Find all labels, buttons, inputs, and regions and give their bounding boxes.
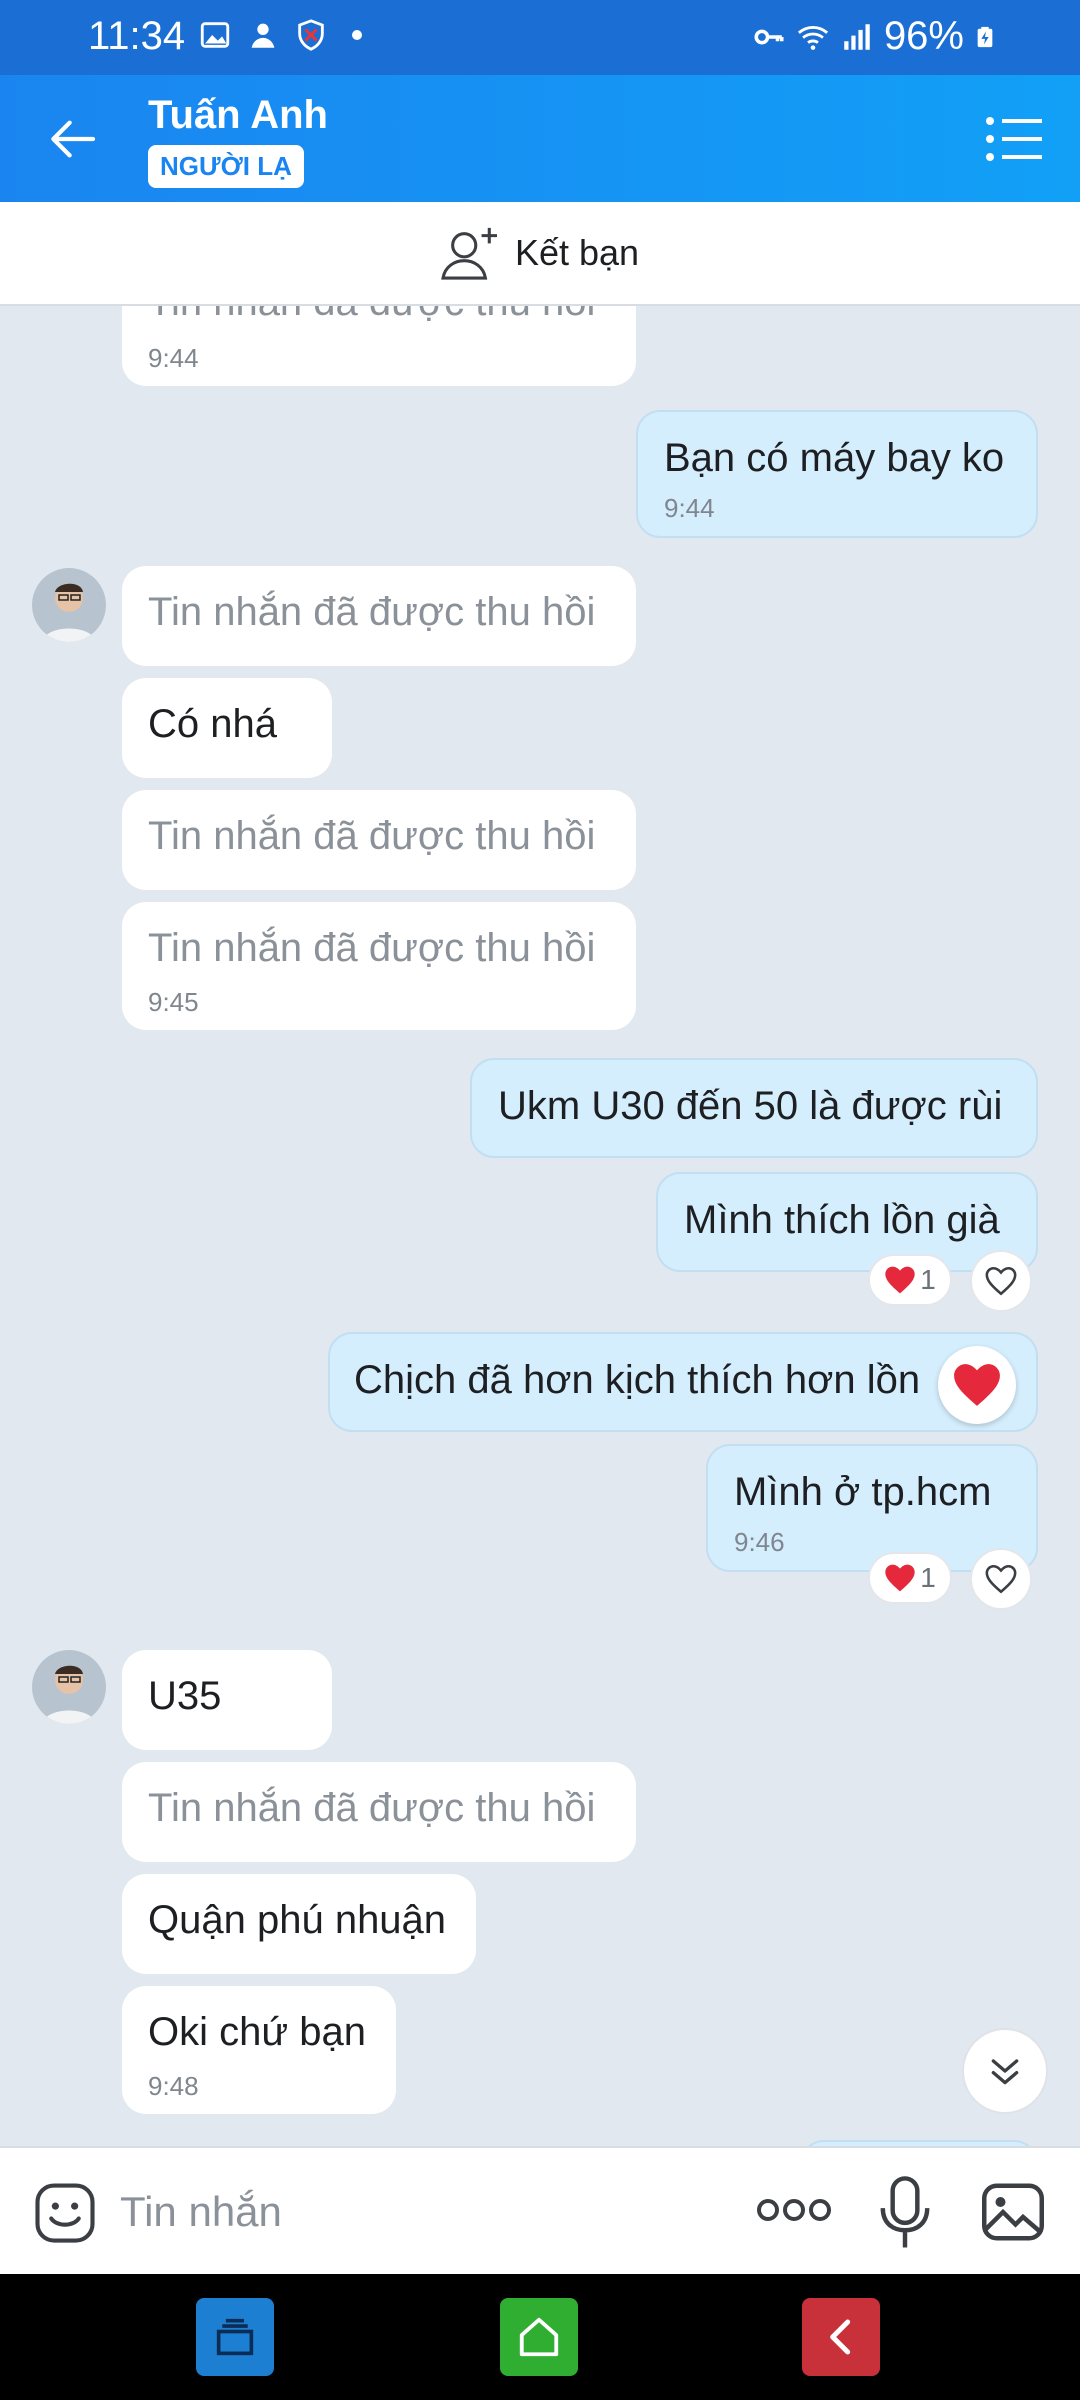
heart-outline-icon <box>985 1266 1017 1296</box>
message-bubble-outgoing[interactable]: Bạn có máy bay ko 9:44 <box>636 410 1038 538</box>
message-input[interactable] <box>120 2176 720 2248</box>
message-bubble-incoming[interactable]: Tin nhắn đã được thu hồi <box>122 566 636 666</box>
menu-list-icon[interactable] <box>984 115 1044 163</box>
battery-charging-icon <box>977 26 993 47</box>
add-friend-label: Kết bạn <box>514 232 640 273</box>
message-bubble-incoming[interactable]: Có nhá <box>122 678 332 778</box>
message-input-bar <box>0 2146 1080 2274</box>
notification-icons <box>198 18 362 52</box>
message-list[interactable]: Tin nhắn đã được thu hồi 9:44 Bạn có máy… <box>0 306 1080 2146</box>
messenger-icon <box>251 23 275 48</box>
battery-percent: 96% <box>883 14 964 58</box>
avatar[interactable] <box>32 1650 106 1724</box>
dot-icon <box>352 30 362 40</box>
heart-red-icon <box>885 1266 915 1294</box>
heart-red-icon <box>885 1564 915 1592</box>
reaction-count[interactable]: 1 <box>868 1552 952 1604</box>
scroll-to-bottom-button[interactable] <box>962 2028 1048 2114</box>
heart-outline-icon <box>985 1564 1017 1594</box>
add-friend-button[interactable]: Kết bạn <box>0 202 1080 306</box>
recent-apps-button[interactable] <box>196 2298 274 2376</box>
status-bar: 11:34 96% <box>0 0 1080 75</box>
home-button[interactable] <box>500 2298 578 2376</box>
avatar[interactable] <box>32 568 106 642</box>
wifi-icon <box>797 25 829 50</box>
react-heart-active-button[interactable] <box>938 1346 1016 1424</box>
react-heart-button[interactable] <box>970 1548 1032 1610</box>
status-right: 96% <box>752 14 996 59</box>
message-bubble-incoming[interactable]: Oki chứ bạn 9:48 <box>122 1986 396 2114</box>
message-bubble-incoming[interactable]: Tin nhắn đã được thu hồi 9:45 <box>122 902 636 1030</box>
more-options-icon[interactable] <box>756 2190 832 2230</box>
recent-apps-icon <box>216 2318 254 2356</box>
signal-icon <box>844 23 870 50</box>
home-icon <box>519 2317 559 2357</box>
add-user-icon <box>441 227 497 280</box>
key-icon <box>754 29 784 44</box>
back-arrow-icon[interactable] <box>44 111 100 167</box>
message-bubble-incoming[interactable]: Quận phú nhuận <box>122 1874 476 1974</box>
message-bubble-incoming[interactable]: U35 <box>122 1650 332 1750</box>
system-navigation-bar <box>0 2274 1080 2400</box>
sticker-emoji-icon[interactable] <box>32 2180 98 2246</box>
double-chevron-down-icon <box>991 2059 1019 2085</box>
react-heart-button[interactable] <box>970 1250 1032 1312</box>
message-bubble-incoming[interactable]: Tin nhắn đã được thu hồi <box>122 1762 636 1862</box>
contact-name[interactable]: Tuấn Anh <box>148 93 328 138</box>
back-button[interactable] <box>802 2298 880 2376</box>
shield-icon <box>298 19 324 51</box>
image-gallery-icon[interactable] <box>980 2182 1046 2242</box>
microphone-icon[interactable] <box>880 2176 930 2250</box>
message-bubble-outgoing[interactable]: Chịch đã hơn kịch thích hơn lồn <box>328 1332 1038 1432</box>
status-time: 11:34 <box>88 14 186 58</box>
gallery-icon <box>200 22 230 48</box>
message-bubble-incoming[interactable]: Tin nhắn đã được thu hồi 9:44 <box>122 306 636 386</box>
back-chevron-icon <box>830 2319 851 2355</box>
stranger-badge: NGƯỜI LẠ <box>148 145 304 188</box>
message-bubble-outgoing[interactable]: Ukm U30 đến 50 là được rùi <box>470 1058 1038 1158</box>
chat-header: Tuấn Anh NGƯỜI LẠ <box>0 75 1080 202</box>
message-bubble-incoming[interactable]: Tin nhắn đã được thu hồi <box>122 790 636 890</box>
reaction-count[interactable]: 1 <box>868 1254 952 1306</box>
heart-red-icon <box>954 1364 1000 1406</box>
